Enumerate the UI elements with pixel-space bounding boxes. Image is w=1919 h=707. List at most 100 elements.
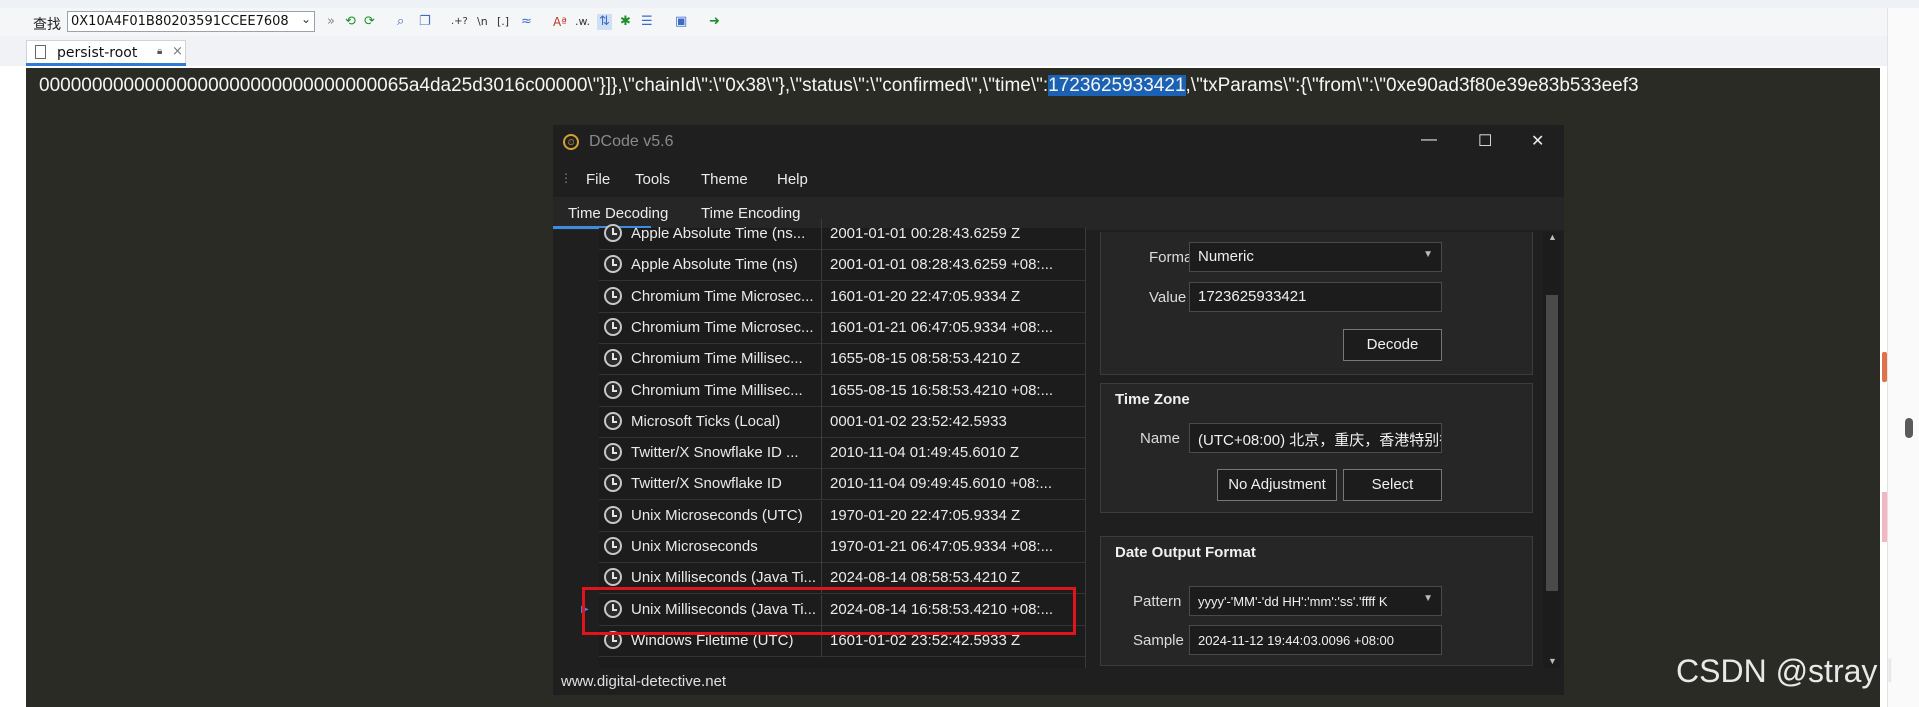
selected-text: 1723625933421: [1048, 75, 1186, 96]
scrollbar-thumb[interactable]: [1905, 418, 1913, 438]
maximize-icon[interactable]: ☐: [1478, 131, 1492, 151]
clock-icon: [604, 411, 622, 430]
result-row[interactable]: Chromium Time Microsec... 1601-01-21 06:4…: [599, 312, 1085, 344]
column-divider: [821, 219, 822, 250]
whole-word-icon[interactable]: .w.: [575, 14, 590, 30]
pattern-select[interactable]: yyyy'-'MM'-'dd HH':'mm':'ss'.'ffff K ▼: [1189, 586, 1442, 616]
minimize-icon[interactable]: —: [1421, 131, 1437, 149]
result-name: Apple Absolute Time (ns...: [631, 225, 806, 242]
result-row[interactable]: Microsoft Ticks (Local) 0001-01-02 23:52:…: [599, 406, 1085, 438]
column-divider: [821, 344, 822, 376]
timezone-panel: Time Zone Name (UTC+08:00) 北京，重庆，香港特别行政区…: [1100, 383, 1533, 513]
timezone-name-field[interactable]: (UTC+08:00) 北京，重庆，香港特别行政区: [1189, 423, 1442, 453]
clock-icon: [604, 255, 622, 274]
decode-button[interactable]: Decode: [1343, 329, 1442, 361]
clock-icon: [604, 317, 622, 336]
format-select[interactable]: Numeric ▼: [1189, 242, 1442, 272]
clock-icon: [604, 537, 622, 555]
pattern-value: yyyy'-'MM'-'dd HH':'mm':'ss'.'ffff K: [1198, 594, 1388, 609]
find-input[interactable]: 0X10A4F01B80203591CCEE7608: [67, 11, 315, 32]
result-value: 1655-08-15 08:58:53.4210 Z: [830, 350, 1021, 368]
result-name: Unix Microseconds: [631, 538, 758, 555]
result-value: 1601-01-20 22:47:05.9334 Z: [830, 287, 1021, 305]
column-divider: [821, 281, 822, 313]
result-value: 1601-01-21 06:47:05.9334 +08:...: [830, 318, 1054, 336]
menu-theme[interactable]: Theme: [701, 171, 748, 188]
brackets-icon[interactable]: [.]: [497, 14, 509, 30]
no-adjustment-button[interactable]: No Adjustment: [1217, 469, 1337, 501]
panel-icon[interactable]: ▣: [675, 14, 687, 30]
clock-icon: [604, 380, 622, 399]
result-value: 1655-08-15 16:58:53.4210 +08:...: [830, 381, 1054, 399]
result-row[interactable]: Chromium Time Millisec... 1655-08-15 16:5…: [599, 375, 1085, 407]
result-value: 2010-11-04 01:49:45.6010 Z: [830, 444, 1020, 462]
fuzzy-icon[interactable]: ≈: [521, 14, 532, 30]
result-value: 0001-01-02 23:52:42.5933: [830, 412, 1007, 430]
result-row[interactable]: Unix Microseconds (UTC) 1970-01-20 22:47:…: [599, 500, 1085, 532]
result-row[interactable]: Chromium Time Microsec... 1601-01-20 22:4…: [599, 281, 1085, 313]
tab-persist-root[interactable]: persist-root 🔒︎ ×: [26, 40, 186, 65]
menu-file[interactable]: File: [586, 171, 610, 188]
text-before-selection: 00000000000000000000000000000000065a4da2…: [39, 75, 1049, 96]
select-button[interactable]: Select: [1343, 469, 1442, 501]
format-value: Numeric: [1198, 248, 1254, 265]
menu-help[interactable]: Help: [777, 171, 808, 188]
column-divider: [821, 532, 822, 563]
column-divider: [821, 469, 822, 501]
result-name: Chromium Time Millisec...: [631, 350, 803, 368]
find-previous-icon[interactable]: ⟲: [345, 14, 356, 30]
column-divider: [821, 250, 822, 282]
result-row[interactable]: Unix Microseconds 1970-01-21 06:47:05.933…: [599, 532, 1085, 563]
result-row[interactable]: Apple Absolute Time (ns... 2001-01-01 00:…: [599, 219, 1085, 250]
newline-icon[interactable]: \n: [477, 14, 488, 30]
mark-list-icon[interactable]: ☰: [641, 14, 653, 30]
sample-label: Sample: [1133, 632, 1184, 649]
chevron-down-icon: ▼: [1423, 593, 1433, 604]
result-row[interactable]: Apple Absolute Time (ns) 2001-01-01 08:28…: [599, 250, 1085, 282]
find-in-files-icon[interactable]: ❐: [419, 14, 431, 30]
find-label: 查找: [33, 17, 61, 33]
column-divider: [821, 375, 822, 407]
scroll-up-icon[interactable]: ▲: [1548, 232, 1557, 242]
result-value: 1970-01-21 06:47:05.9334 +08:...: [830, 538, 1054, 555]
result-name: Unix Milliseconds (Java Ti...: [631, 569, 817, 587]
find-dropdown-icon[interactable]: ⌄: [297, 12, 315, 31]
result-value: 2001-01-01 08:28:43.6259 +08:...: [830, 256, 1054, 274]
result-value: 1970-01-20 22:47:05.9334 Z: [830, 506, 1021, 524]
result-value: 2001-01-01 00:28:43.6259 Z: [830, 225, 1021, 242]
result-row[interactable]: Chromium Time Millisec... 1655-08-15 08:5…: [599, 344, 1085, 376]
editor-scrollbar[interactable]: [1887, 8, 1919, 707]
find-all-icon[interactable]: ⌕: [397, 14, 404, 30]
result-value: 2010-11-04 09:49:45.6010 +08:...: [830, 475, 1052, 493]
scroll-down-icon[interactable]: ▼: [1548, 656, 1557, 666]
more-options-icon[interactable]: »: [327, 14, 335, 30]
chevron-down-icon: ▼: [1423, 249, 1433, 260]
scrollbar-thumb[interactable]: [1546, 295, 1558, 591]
close-icon[interactable]: ×: [172, 44, 183, 59]
result-row[interactable]: Twitter/X Snowflake ID 2010-11-04 09:49:4…: [599, 469, 1085, 501]
match-case-icon[interactable]: Aª: [553, 14, 567, 30]
wrap-around-icon[interactable]: ⇅: [597, 14, 612, 30]
result-name: Chromium Time Microsec...: [631, 318, 814, 336]
clock-icon: [604, 505, 622, 524]
result-row[interactable]: Twitter/X Snowflake ID ... 2010-11-04 01:…: [599, 438, 1085, 470]
result-name: Twitter/X Snowflake ID ...: [631, 444, 799, 462]
column-divider: [821, 438, 822, 470]
find-next-icon[interactable]: ⟳: [364, 14, 375, 30]
go-icon[interactable]: ➜: [709, 14, 720, 30]
side-decoration: [1882, 492, 1887, 542]
value-input[interactable]: 1723625933421: [1189, 282, 1442, 312]
input-panel: Format Numeric ▼ Value 1723625933421 Dec…: [1100, 232, 1533, 375]
settings-icon[interactable]: ✱: [620, 14, 631, 30]
timezone-name-label: Name: [1140, 430, 1181, 447]
footer-url[interactable]: www.digital-detective.net: [561, 673, 726, 690]
lock-icon: 🔒︎: [157, 46, 163, 57]
regex-icon[interactable]: .+?: [451, 14, 468, 30]
editor-line: 00000000000000000000000000000000065a4da2…: [39, 75, 1639, 97]
result-name: Twitter/X Snowflake ID: [631, 475, 782, 493]
menu-tools[interactable]: Tools: [635, 171, 670, 188]
close-icon[interactable]: ✕: [1531, 131, 1544, 151]
window-title: DCode v5.6: [589, 133, 674, 150]
result-value: 2024-08-14 08:58:53.4210 Z: [830, 569, 1021, 587]
tab-label: persist-root: [57, 45, 138, 61]
